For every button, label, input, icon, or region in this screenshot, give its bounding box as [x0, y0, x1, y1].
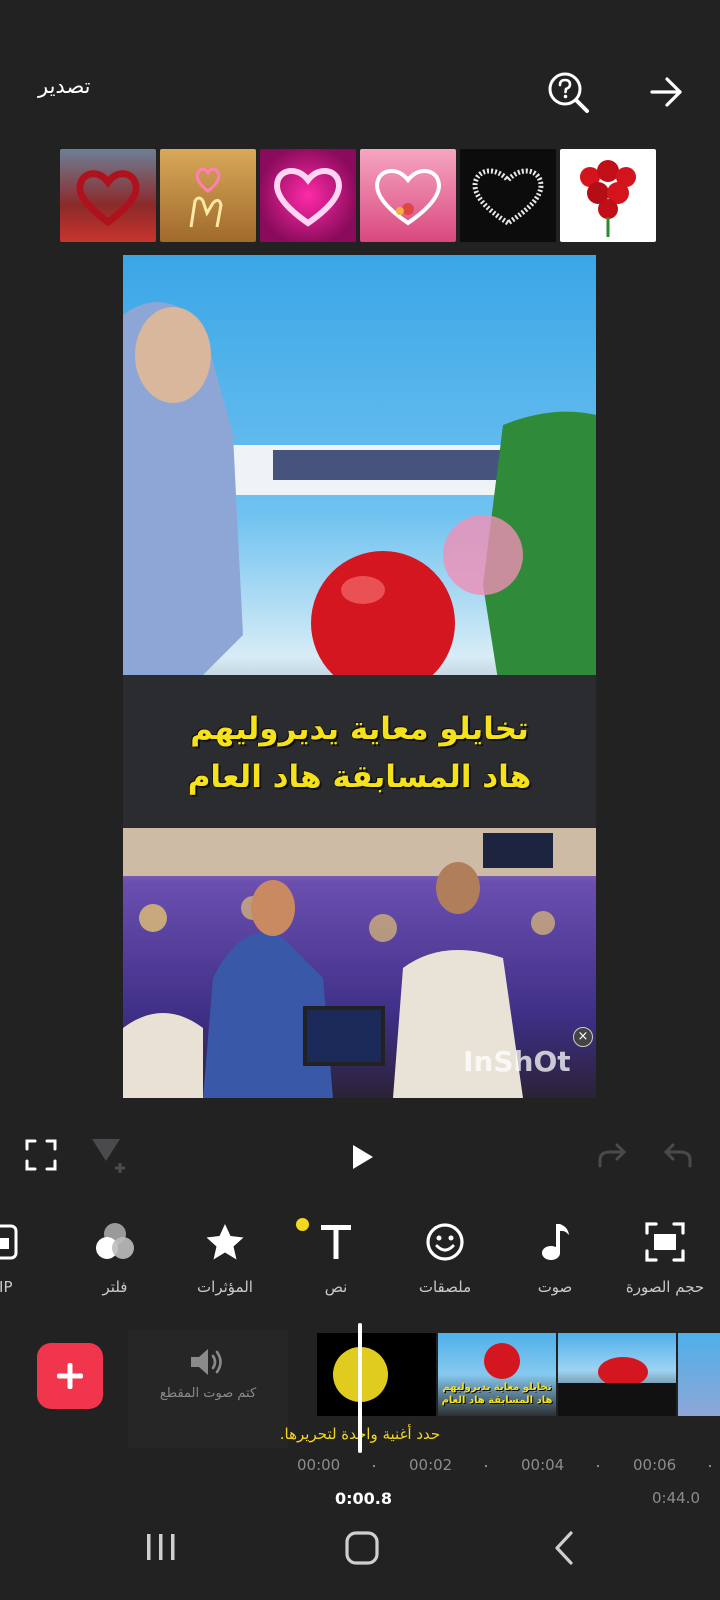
canvas-icon	[610, 1218, 720, 1266]
watermark-close-icon[interactable]: ×	[573, 1027, 593, 1047]
video-preview[interactable]: تخايلو معاية يديروليهم هاد المسابقة هاد …	[123, 255, 596, 1098]
new-indicator-dot	[296, 1218, 309, 1231]
filter-icon	[60, 1218, 170, 1266]
time-tick-dot	[597, 1465, 599, 1467]
add-clip-button[interactable]	[37, 1343, 103, 1409]
caption-line-2: هاد المسابقة هاد العام	[187, 759, 532, 795]
clip-caption-line-2: هاد المسابقة هاد العام	[441, 1395, 553, 1406]
total-duration: 0:44.0	[652, 1489, 700, 1507]
export-button[interactable]: تصدير	[38, 74, 91, 98]
ad-thumb-neon-heart[interactable]	[260, 149, 356, 242]
time-tick: 00:04	[521, 1456, 565, 1474]
music-note-icon	[500, 1218, 610, 1266]
toolbar-filter-label: فلتر	[102, 1278, 128, 1296]
timeline-clip[interactable]	[558, 1333, 676, 1416]
mute-clip-audio-label: كتم صوت المقطع	[159, 1386, 257, 1401]
ad-thumb-sparkle-heart[interactable]	[460, 149, 556, 242]
star-icon	[170, 1218, 280, 1266]
toolbar-text-label: نص	[324, 1278, 348, 1296]
ad-thumb-roses[interactable]	[560, 149, 656, 242]
time-tick-dot	[709, 1465, 711, 1467]
help-search-icon[interactable]	[546, 70, 592, 116]
toolbar-canvas[interactable]: حجم الصورة	[610, 1218, 720, 1296]
toolbar-stickers[interactable]: ملصقات	[390, 1218, 500, 1296]
toolbar-stickers-label: ملصقات	[418, 1278, 472, 1296]
toolbar-filter[interactable]: فلتر	[60, 1218, 170, 1296]
timeline-clips[interactable]: تخايلو معاية يديروليهم هاد المسابقة هاد …	[317, 1333, 720, 1416]
time-tick: 00:06	[633, 1456, 677, 1474]
clip-table	[558, 1383, 676, 1416]
time-tick: 00:02	[409, 1456, 453, 1474]
toolbar-pip[interactable]: PIP	[0, 1218, 55, 1296]
ad-thumb-heart-frame-flowers[interactable]	[360, 149, 456, 242]
video-caption: تخايلو معاية يديروليهم هاد المسابقة هاد …	[123, 705, 596, 801]
ad-banner-strip[interactable]	[60, 149, 660, 242]
undo-icon[interactable]	[662, 1142, 694, 1174]
caption-line-1: تخايلو معاية يديروليهم	[190, 711, 529, 747]
speaker-icon	[188, 1346, 228, 1382]
clip-balloon	[484, 1343, 520, 1379]
pip-icon	[0, 1218, 55, 1266]
toolbar-pip-label: PIP	[0, 1278, 13, 1296]
text-icon	[281, 1218, 391, 1266]
toolbar-audio[interactable]: صوت	[500, 1218, 610, 1296]
timeline-playhead[interactable]	[358, 1323, 362, 1453]
plus-icon	[57, 1363, 83, 1389]
redo-icon[interactable]	[596, 1142, 628, 1174]
add-keyframe-icon[interactable]	[90, 1135, 130, 1179]
time-tick: 00:00	[297, 1456, 341, 1474]
toolbar-canvas-label: حجم الصورة	[625, 1278, 705, 1296]
inshot-watermark[interactable]: InShOt	[463, 1045, 571, 1078]
time-tick-dot	[373, 1465, 375, 1467]
time-tick-dot	[485, 1465, 487, 1467]
recent-apps-icon[interactable]	[144, 1530, 178, 1568]
timeline-clip[interactable]	[317, 1333, 436, 1416]
arrow-right-icon[interactable]	[646, 72, 686, 112]
toolbar-audio-label: صوت	[537, 1278, 573, 1296]
clip-caption: تخايلو معاية يديروليهم هاد المسابقة هاد …	[438, 1381, 556, 1407]
video-frame-top: تخايلو معاية يديروليهم هاد المسابقة هاد …	[123, 255, 596, 828]
toolbar-effects[interactable]: المؤثرات	[170, 1218, 280, 1296]
back-icon[interactable]	[552, 1530, 576, 1570]
clip-caption-line-1: تخايلو معاية يديروليهم	[442, 1382, 552, 1393]
timeline-clip[interactable]: تخايلو معاية يديروليهم هاد المسابقة هاد …	[438, 1333, 556, 1416]
timeline-clip[interactable]	[678, 1333, 720, 1416]
current-time: 0:00.8	[335, 1489, 393, 1508]
ad-thumb-hand-heart[interactable]	[160, 149, 256, 242]
smiley-icon	[390, 1218, 500, 1266]
play-icon[interactable]	[350, 1143, 376, 1175]
fullscreen-icon[interactable]	[24, 1138, 58, 1176]
home-icon[interactable]	[344, 1530, 380, 1570]
toolbar-effects-label: المؤثرات	[197, 1278, 253, 1296]
toolbar-text[interactable]: نص	[281, 1218, 391, 1296]
ad-thumb-heart-frame-outdoor[interactable]	[60, 149, 156, 242]
